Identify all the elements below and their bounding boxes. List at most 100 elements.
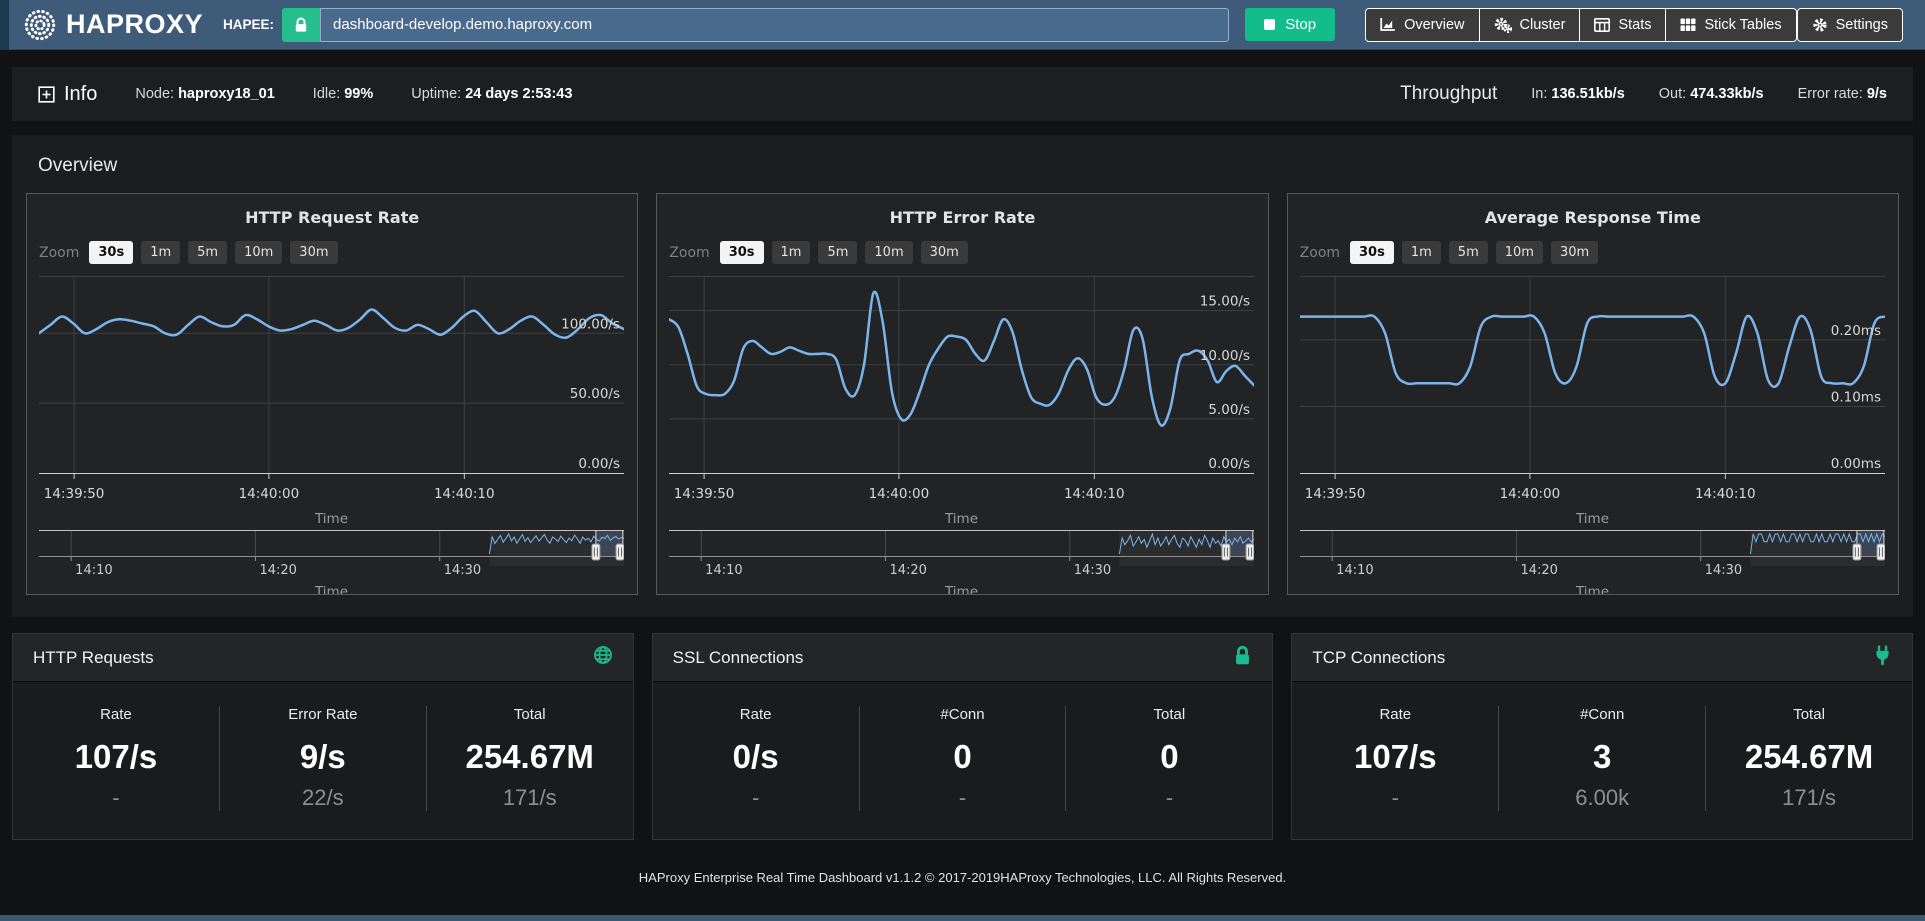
axis-label: 14:40:10 [1064,486,1125,502]
zoom-button-1m[interactable]: 1m [772,241,811,264]
axis-label: 14:40:00 [239,486,300,502]
uptime-value: 24 days 2:53:43 [465,86,572,102]
dashboard-page: Info Node:haproxy18_01 Idle:99% Uptime:2… [0,50,1925,915]
info-toggle[interactable]: Info [38,83,97,106]
zoom-button-5m[interactable]: 5m [818,241,857,264]
stop-icon [1264,19,1275,30]
navigator-handle-right[interactable] [1877,544,1885,560]
zoom-button-5m[interactable]: 5m [1449,241,1488,264]
zoom-button-30m[interactable]: 30m [290,241,337,264]
expand-plus-icon [38,86,55,103]
card-http-requests: HTTP RequestsRate107/s-Error Rate9/s22/s… [12,633,634,840]
gear-icon [1812,17,1828,33]
card-title: HTTP Requests [33,648,154,668]
chart-plot-http-request-rate[interactable]: 14:39:5014:40:0014:40:10100.00/s50.00/s0… [39,276,624,526]
nav-button-stick-tables[interactable]: Stick Tables [1665,8,1796,42]
axis-label: 14:39:50 [674,486,735,502]
url-group [282,8,1229,42]
axis-label: 14:40:00 [1499,486,1560,502]
haproxy-logo-icon [24,9,56,41]
zoom-button-30m[interactable]: 30m [1551,241,1598,264]
in-value: 136.51kb/s [1551,86,1624,102]
card-body: Rate107/s-#Conn36.00kTotal254.67M171/s [1292,682,1912,839]
nav-button-label: Stick Tables [1704,17,1781,33]
chart-plot-http-error-rate[interactable]: 14:39:5014:40:0014:40:1015.00/s10.00/s5.… [669,276,1254,526]
card-header: TCP Connections [1292,634,1912,682]
zoom-button-10m[interactable]: 10m [1496,241,1543,264]
axis-label: 14:20 [1520,563,1557,578]
chart-title: HTTP Error Rate [669,204,1255,227]
nav-group: Overview Cluster Stats [1365,8,1797,42]
navigator-handle-left[interactable] [1222,544,1230,560]
chart-area-icon [1380,17,1396,32]
axis-label: Time [1575,511,1609,526]
stat-value: 0/s [653,738,859,776]
ssl-lock-icon [282,8,320,42]
grid-icon [1680,18,1696,32]
stat-column-total: Total254.67M171/s [427,706,633,811]
info-label: Info [64,83,97,106]
zoom-button-30s[interactable]: 30s [1350,241,1394,264]
axis-label: 14:20 [259,563,296,578]
nav-button-overview[interactable]: Overview [1365,8,1479,42]
navigator-handle-left[interactable] [592,544,600,560]
stat-subvalue: 22/s [220,785,426,811]
zoom-button-30s[interactable]: 30s [89,241,133,264]
card-header: HTTP Requests [13,634,633,682]
url-input[interactable] [320,8,1229,42]
stat-value: 107/s [13,738,219,776]
chart-plot-average-response-time[interactable]: 14:39:5014:40:0014:40:100.20ms0.10ms0.00… [1300,276,1885,526]
zoom-button-30s[interactable]: 30s [720,241,764,264]
haproxy-logo: HAPROXY [24,9,203,41]
stat-label: Total [1706,706,1912,723]
stat-value: 3 [1499,738,1705,776]
stat-label: Total [427,706,633,723]
nav-button-stats[interactable]: Stats [1579,8,1666,42]
stat-column-total: Total0- [1066,706,1272,811]
zoom-button-1m[interactable]: 1m [1402,241,1441,264]
stop-button[interactable]: Stop [1245,8,1335,41]
nav-button-cluster[interactable]: Cluster [1479,8,1581,42]
error-rate-field: Error rate:9/s [1798,86,1887,102]
brand-text: HAPROXY [66,9,203,40]
node-value: haproxy18_01 [178,86,275,102]
stat-subvalue: 171/s [1706,785,1912,811]
stat-subvalue: - [13,785,219,811]
zoom-button-30m[interactable]: 30m [921,241,968,264]
stat-label: #Conn [1499,706,1705,723]
zoom-button-5m[interactable]: 5m [188,241,227,264]
gears-icon [1494,17,1512,33]
footer-text: HAProxy Enterprise Real Time Dashboard v… [0,840,1925,885]
navigator-handle-right[interactable] [616,544,624,560]
stat-column-total: Total254.67M171/s [1706,706,1912,811]
card-tcp-connections: TCP ConnectionsRate107/s-#Conn36.00kTota… [1291,633,1913,840]
charts-row: HTTP Request RateZoom30s1m5m10m30m14:39:… [26,193,1899,595]
zoom-button-10m[interactable]: 10m [865,241,912,264]
settings-button[interactable]: Settings [1797,8,1903,42]
axis-label: 14:30 [1074,563,1111,578]
stat-subvalue: 6.00k [1499,785,1705,811]
chart-navigator[interactable]: 14:1014:2014:30Time [669,530,1254,595]
navigator-handle-right[interactable] [1246,544,1254,560]
axis-label: Time [314,584,348,595]
axis-label: 14:10 [75,563,112,578]
axis-label: Time [314,511,348,526]
stat-column-error-rate: Error Rate 9/s 22/s [220,706,427,811]
zoom-button-1m[interactable]: 1m [141,241,180,264]
node-label: Node: [135,86,174,102]
stat-value: 9/s [220,738,426,776]
zoom-button-10m[interactable]: 10m [235,241,282,264]
nav-button-label: Cluster [1520,17,1566,33]
card-body: Rate107/s-Error Rate9/s22/sTotal254.67M1… [13,682,633,839]
chart-navigator[interactable]: 14:1014:2014:30Time [1300,530,1885,595]
out-value: 474.33kb/s [1690,86,1763,102]
axis-label: 14:10 [1336,563,1373,578]
stat-label: Error Rate [220,706,426,723]
navigator-handle-left[interactable] [1853,544,1861,560]
stat-subvalue: - [1066,785,1272,811]
lock-icon [1233,645,1252,671]
stat-value: 0 [860,738,1066,776]
zoom-label: Zoom [669,245,709,261]
chart-navigator[interactable]: 14:1014:2014:30Time [39,530,624,595]
card-title: TCP Connections [1312,648,1445,668]
